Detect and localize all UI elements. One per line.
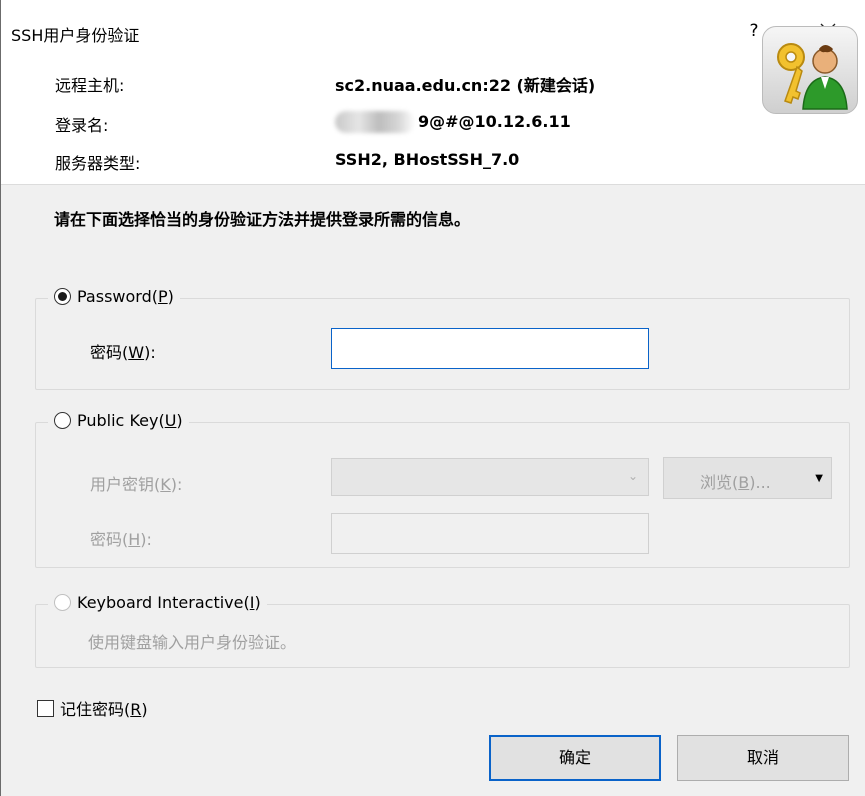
keyboard-interactive-description: 使用键盘输入用户身份验证。 (88, 633, 297, 652)
ok-button[interactable]: 确定 (489, 735, 661, 781)
password-field-label: 密码(W): (90, 343, 156, 362)
login-label: 登录名: (55, 116, 109, 135)
password-option[interactable]: Password(P) (48, 287, 180, 306)
password-option-label: Password(P) (77, 287, 174, 306)
keyboard-interactive-option[interactable]: Keyboard Interactive(I) (48, 593, 267, 612)
password-group: Password(P) 密码(W): (35, 287, 850, 390)
user-key-icon (762, 26, 858, 114)
publickey-option[interactable]: Public Key(U) (48, 411, 189, 430)
instruction-text: 请在下面选择恰当的身份验证方法并提供登录所需的信息。 (54, 210, 471, 229)
ssh-auth-dialog: SSH用户身份验证 ? 远程主机: sc2.nuaa.edu.cn:22 (新建… (0, 0, 865, 796)
user-key-select[interactable]: ⌄ (331, 458, 649, 496)
user-key-label: 用户密钥(K): (90, 475, 183, 494)
redacted-username (335, 111, 415, 133)
cancel-button[interactable]: 取消 (677, 735, 849, 781)
remember-password-checkbox[interactable] (37, 699, 54, 717)
browse-button[interactable]: 浏览(B)... ▼ (663, 457, 832, 499)
publickey-group: Public Key(U) 用户密钥(K): ⌄ 浏览(B)... ▼ 密码(H… (35, 411, 850, 568)
password-input[interactable] (331, 328, 649, 369)
keyboard-interactive-radio[interactable] (54, 594, 71, 611)
key-passphrase-label: 密码(H): (90, 530, 152, 549)
session-info-panel: 远程主机: sc2.nuaa.edu.cn:22 (新建会话) 登录名: 9@#… (1, 50, 865, 185)
remember-password-option[interactable]: 记住密码(R) (37, 696, 148, 720)
host-value: sc2.nuaa.edu.cn:22 (新建会话) (335, 76, 596, 95)
keyboard-interactive-label: Keyboard Interactive(I) (77, 593, 261, 612)
server-type-label: 服务器类型: (55, 154, 141, 173)
dialog-title: SSH用户身份验证 (11, 26, 140, 45)
chevron-down-icon: ⌄ (627, 469, 638, 483)
password-radio[interactable] (54, 288, 71, 305)
dropdown-arrow-icon: ▼ (815, 473, 823, 484)
keyboard-interactive-group: Keyboard Interactive(I) 使用键盘输入用户身份验证。 (35, 593, 850, 668)
publickey-radio[interactable] (54, 412, 71, 429)
remember-password-label: 记住密码(R) (60, 700, 148, 719)
browse-button-label: 浏览(B)... (700, 473, 771, 492)
login-value: 9@#@10.12.6.11 (418, 112, 571, 131)
key-passphrase-input[interactable] (331, 513, 649, 554)
publickey-option-label: Public Key(U) (77, 411, 183, 430)
host-label: 远程主机: (55, 76, 125, 95)
server-type-value: SSH2, BHostSSH_7.0 (335, 150, 520, 169)
